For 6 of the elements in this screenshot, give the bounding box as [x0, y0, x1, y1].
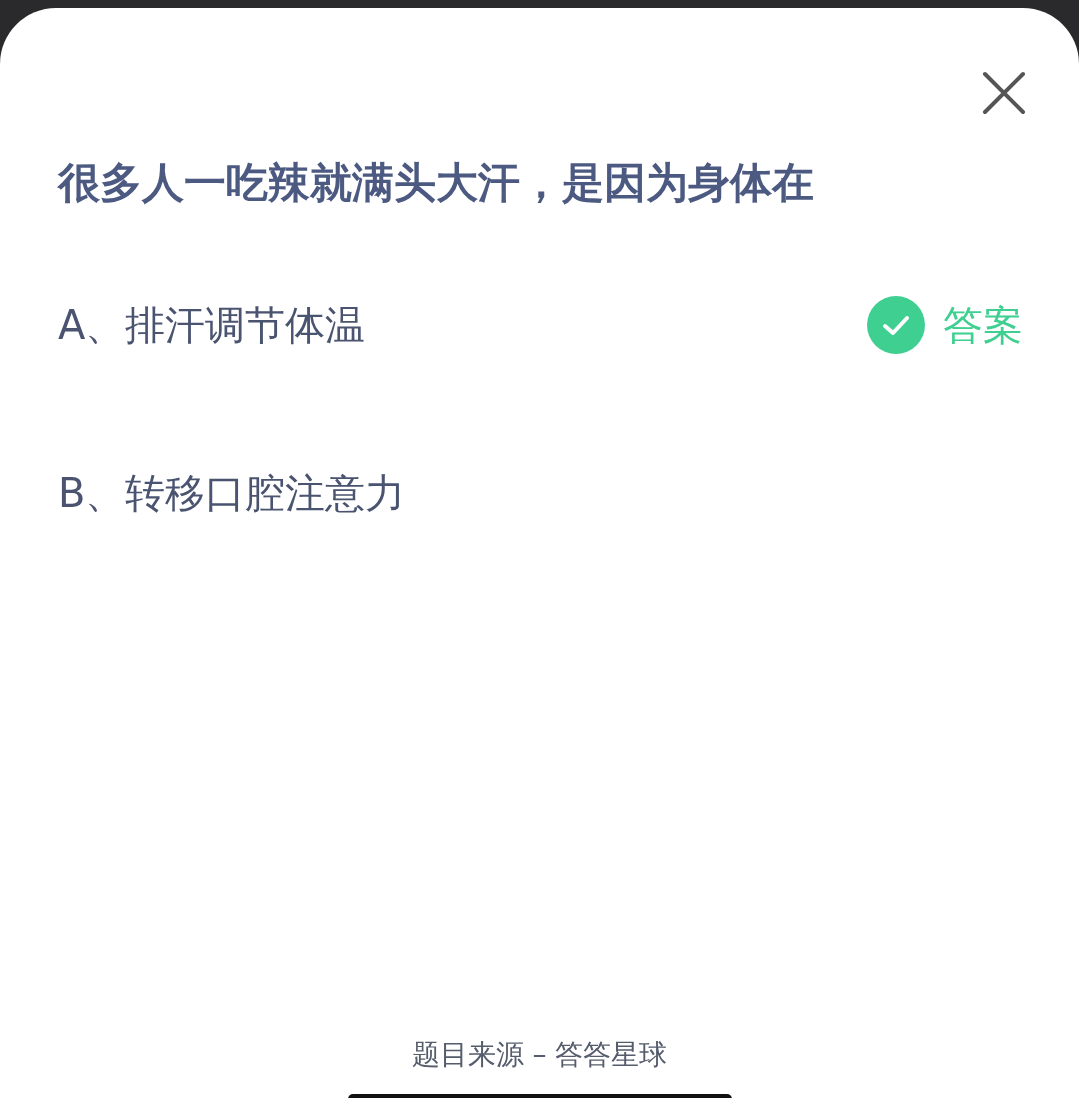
answer-label: 答案 — [943, 300, 1023, 350]
source-note: 题目来源 – 答答星球 — [411, 1037, 668, 1073]
option-text[interactable]: A、排汗调节体温 — [58, 297, 366, 353]
check-circle-icon — [867, 296, 925, 355]
question-title: 很多人一吃辣就满头大汗，是因为身体在 — [58, 158, 815, 209]
option-text[interactable]: B、转移口腔注意力 — [58, 465, 406, 521]
